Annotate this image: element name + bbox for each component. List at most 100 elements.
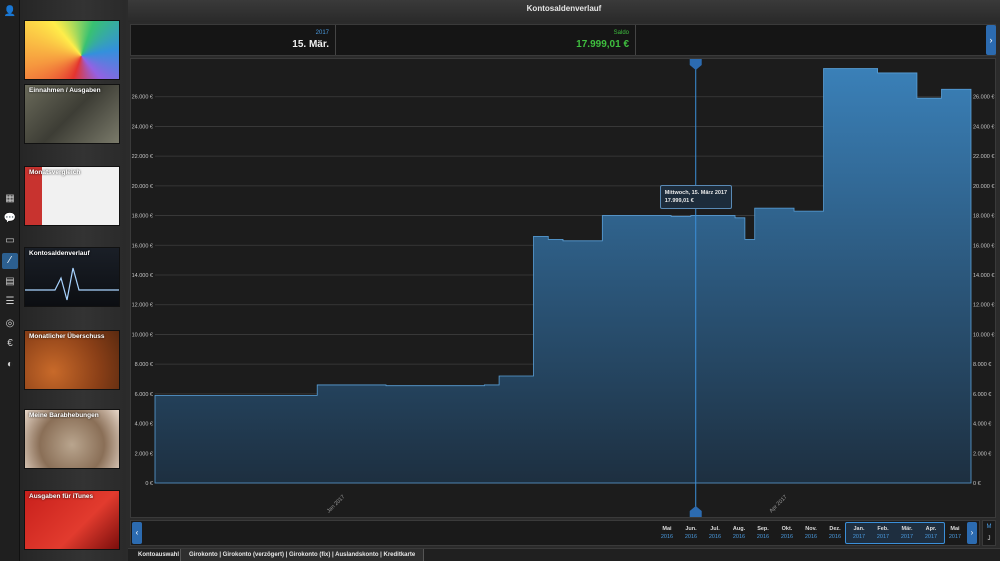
app-window: 👤▦💬▭⁄▤☰◎€◐ ✎ Einnahmen / AusgabenMonatsv…	[0, 0, 1000, 561]
timeline-month[interactable]: Feb. 2017	[871, 525, 895, 541]
chat-icon[interactable]: 💬	[2, 211, 18, 227]
month-label: Jul.	[710, 526, 720, 532]
title-bar: Kontosaldenverlauf	[128, 0, 1000, 28]
globe-icon[interactable]: ◎	[2, 316, 18, 332]
month-label: Dez.	[829, 526, 841, 532]
euro-icon[interactable]: €	[2, 336, 18, 352]
line-chart-icon[interactable]: ⁄	[2, 253, 18, 269]
timeline-month[interactable]: Mai 2017	[943, 525, 967, 541]
report-thumbnail[interactable]: Monatsvergleich	[24, 166, 120, 226]
timeline-next-button[interactable]: ›	[967, 522, 977, 544]
y-tick-label-right: 22.000 €	[973, 154, 994, 160]
y-tick-label-right: 26.000 €	[973, 95, 994, 101]
date-year: 2017	[315, 30, 329, 36]
y-tick-label-left: 24.000 €	[132, 124, 153, 130]
y-tick-label-left: 10.000 €	[132, 332, 153, 338]
timeline-month[interactable]: Mai 2016	[655, 525, 679, 541]
y-tick-label-left: 0 €	[145, 481, 153, 487]
y-tick-label-left: 12.000 €	[132, 303, 153, 309]
timeline-month[interactable]: Apr. 2017	[919, 525, 943, 541]
mode-year-button[interactable]: J	[983, 533, 995, 545]
month-label: Mai	[662, 526, 672, 532]
report-thumbnail[interactable]: Kontosaldenverlauf	[24, 247, 120, 307]
user-settings-icon[interactable]: 👤	[2, 4, 18, 20]
tooltip-date: Mittwoch, 15. März 2017	[664, 190, 728, 196]
timeline-scroller[interactable]: ‹ › Mai 2016 Jun. 2016 Jul. 2016 Aug. 2016 Sep. 2…	[130, 520, 980, 546]
month-year: 2016	[804, 534, 818, 540]
y-tick-label-left: 6.000 €	[135, 392, 153, 398]
month-year: 2017	[876, 534, 890, 540]
y-tick-label-left: 2.000 €	[135, 451, 153, 457]
account-selection-tab[interactable]: Kontoauswahl	[130, 549, 187, 561]
timeline-prev-button[interactable]: ‹	[132, 522, 142, 544]
timeline-month[interactable]: Jun. 2016	[679, 525, 703, 541]
cursor-handle-bottom[interactable]	[689, 506, 702, 517]
y-tick-label-left: 4.000 €	[135, 422, 153, 428]
thumbnail-label: Meine Barabhebungen	[29, 412, 99, 419]
accounts-tab[interactable]: Girokonto | Girokonto (verzögert) | Giro…	[180, 549, 425, 561]
month-label: Sep.	[757, 526, 769, 532]
y-tick-label-left: 20.000 €	[132, 184, 153, 190]
timeline-month[interactable]: Jul. 2016	[703, 525, 727, 541]
y-tick-label-left: 16.000 €	[132, 243, 153, 249]
y-tick-label-right: 24.000 €	[973, 124, 994, 130]
timeline-month[interactable]: Okt. 2016	[775, 525, 799, 541]
timeline-month[interactable]: Mär. 2017	[895, 525, 919, 541]
y-tick-label-right: 14.000 €	[973, 273, 994, 279]
icon-rail: 👤 ▦ 💬 ▭ ⁄ ▤ ☰ ◎ € ◐	[0, 0, 20, 561]
y-tick-label-right: 2.000 €	[973, 451, 991, 457]
y-tick-label-right: 0 €	[973, 481, 981, 487]
bottom-bar: Kontoauswahl Girokonto | Girokonto (verz…	[128, 548, 1000, 561]
month-label: Aug.	[732, 526, 746, 532]
cursor-handle-top[interactable]	[689, 59, 702, 70]
month-label: Nov.	[805, 526, 817, 532]
saldo-label: Saldo	[613, 30, 629, 36]
date-cell: 2017 15. Mär.	[131, 25, 336, 55]
period-mode-toggle[interactable]: M J	[982, 520, 996, 546]
timeline-month[interactable]: Dez. 2016	[823, 525, 847, 541]
month-year: 2016	[708, 534, 722, 540]
report-thumbnail[interactable]: Einnahmen / Ausgaben	[24, 84, 120, 144]
y-tick-label-right: 16.000 €	[973, 243, 994, 249]
timeline-month[interactable]: Sep. 2016	[751, 525, 775, 541]
y-tick-label-left: 8.000 €	[135, 362, 153, 368]
thumbnail-label: Kontosaldenverlauf	[29, 250, 90, 257]
month-label: Jan.	[853, 526, 865, 532]
month-label: Apr.	[925, 526, 937, 532]
report-thumbnail[interactable]: Monatlicher Überschuss	[24, 330, 120, 390]
balance-chart-svg[interactable]: 0 € 0 € 2.000 € 2.000 € 4.000 € 4.000 € 6.000 …	[131, 59, 995, 517]
mode-month-button[interactable]: M	[983, 521, 995, 533]
month-year: 2016	[660, 534, 674, 540]
cards-icon[interactable]: ▤	[2, 274, 18, 290]
list-icon[interactable]: ☰	[2, 294, 18, 310]
month-label: Mai	[950, 526, 960, 532]
y-tick-label-right: 8.000 €	[973, 362, 991, 368]
timeline-month[interactable]: Aug. 2016	[727, 525, 751, 541]
x-tick-label: Jan 2017	[326, 494, 346, 514]
y-tick-label-left: 18.000 €	[132, 214, 153, 220]
storage-icon[interactable]: ▭	[2, 233, 18, 249]
thumbnail-label: Einnahmen / Ausgaben	[29, 87, 101, 94]
dashboard-icon[interactable]: ▦	[2, 191, 18, 207]
month-year: 2016	[684, 534, 698, 540]
report-thumbnail[interactable]: Ausgaben für iTunes	[24, 490, 120, 550]
x-tick-label: Apr 2017	[769, 494, 789, 514]
shield-icon[interactable]: ◐	[2, 357, 18, 373]
date-value: 15. Mär.	[292, 39, 329, 50]
y-tick-label-right: 12.000 €	[973, 303, 994, 309]
month-year: 2017	[852, 534, 866, 540]
balance-area[interactable]	[154, 68, 972, 484]
thumbnail-label: Ausgaben für iTunes	[29, 493, 94, 500]
timeline-month[interactable]: Nov. 2016	[799, 525, 823, 541]
balance-chart[interactable]: 0 € 0 € 2.000 € 2.000 € 4.000 € 4.000 € 6.000 …	[130, 58, 996, 518]
timeline-month[interactable]: Jan. 2017	[847, 525, 871, 541]
report-thumbnail[interactable]: Meine Barabhebungen	[24, 409, 120, 469]
y-tick-label-left: 14.000 €	[132, 273, 153, 279]
report-thumbnail[interactable]	[24, 20, 120, 80]
saldo-cell: Saldo 17.999,01 €	[336, 25, 636, 55]
info-header: 2017 15. Mär. Saldo 17.999,01 €	[130, 24, 996, 56]
next-arrow-button[interactable]: ›	[986, 25, 996, 55]
month-year: 2017	[900, 534, 914, 540]
month-year: 2017	[924, 534, 938, 540]
month-year: 2016	[732, 534, 746, 540]
